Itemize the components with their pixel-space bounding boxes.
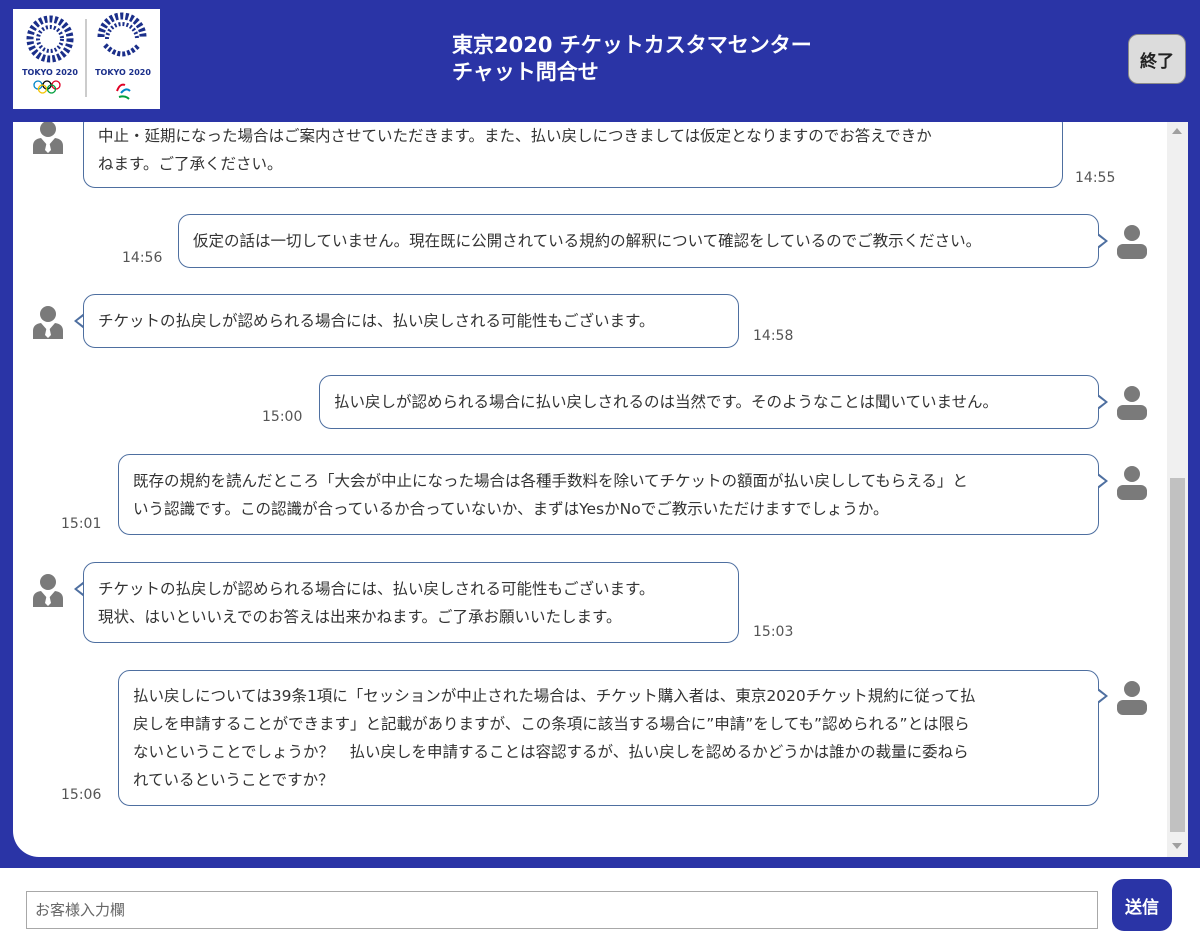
user-avatar-icon — [1117, 466, 1147, 500]
user-message: 払い戻しについては39条1項に「セッションが中止された場合は、チケット購入者は、… — [118, 670, 1099, 806]
paralympic-logo-text: TOKYO 2020 — [95, 68, 151, 77]
title-line-1: 東京2020 チケットカスタマセンター — [452, 33, 812, 57]
scrollbar-thumb[interactable] — [1170, 478, 1185, 832]
page-title: 東京2020 チケットカスタマセンター チャット問合せ — [452, 32, 812, 86]
agent-message: チケットの払戻しが認められる場合には、払い戻しされる可能性もございます。 — [83, 294, 739, 348]
message-time: 15:03 — [753, 624, 794, 640]
user-avatar-icon — [1117, 225, 1147, 259]
message-time: 15:06 — [61, 787, 102, 803]
message-time: 14:55 — [1075, 170, 1116, 186]
tokyo-2020-logo: TOKYO 2020 TOKYO 2020 — [13, 9, 160, 109]
user-message: 仮定の話は一切していません。現在既に公開されている規約の解釈について確認をしてい… — [178, 214, 1099, 268]
message-time: 15:00 — [262, 409, 303, 425]
user-avatar-icon — [1117, 681, 1147, 715]
chat-log: 中止・延期になった場合はご案内させていただきます。また、払い戻しにつきましては仮… — [13, 122, 1188, 857]
paralympic-emblem-icon — [97, 12, 147, 57]
olympic-rings-icon — [33, 80, 61, 94]
agent-avatar-icon — [33, 574, 63, 607]
customer-input[interactable] — [26, 891, 1098, 929]
message-time: 14:56 — [122, 250, 163, 266]
olympic-emblem-icon — [26, 15, 74, 63]
agent-message: チケットの払戻しが認められる場合には、払い戻しされる可能性もございます。 現状、… — [83, 562, 739, 643]
scroll-up-icon[interactable] — [1172, 128, 1182, 134]
send-button[interactable]: 送信 — [1112, 879, 1172, 931]
scroll-down-icon[interactable] — [1172, 843, 1182, 849]
message-time: 14:58 — [753, 328, 794, 344]
title-line-2: チャット問合せ — [452, 60, 599, 84]
user-message: 既存の規約を読んだところ「大会が中止になった場合は各種手数料を除いてチケットの額… — [118, 454, 1099, 535]
end-chat-button[interactable]: 終了 — [1128, 34, 1186, 84]
agent-message: 中止・延期になった場合はご案内させていただきます。また、払い戻しにつきましては仮… — [83, 122, 1063, 188]
user-avatar-icon — [1117, 386, 1147, 420]
olympic-logo-text: TOKYO 2020 — [22, 68, 78, 77]
user-message: 払い戻しが認められる場合に払い戻しされるのは当然です。そのようなことは聞いていま… — [319, 375, 1099, 429]
message-time: 15:01 — [61, 516, 102, 532]
agent-avatar-icon — [33, 122, 63, 154]
agent-avatar-icon — [33, 306, 63, 339]
agitos-icon — [116, 83, 131, 100]
